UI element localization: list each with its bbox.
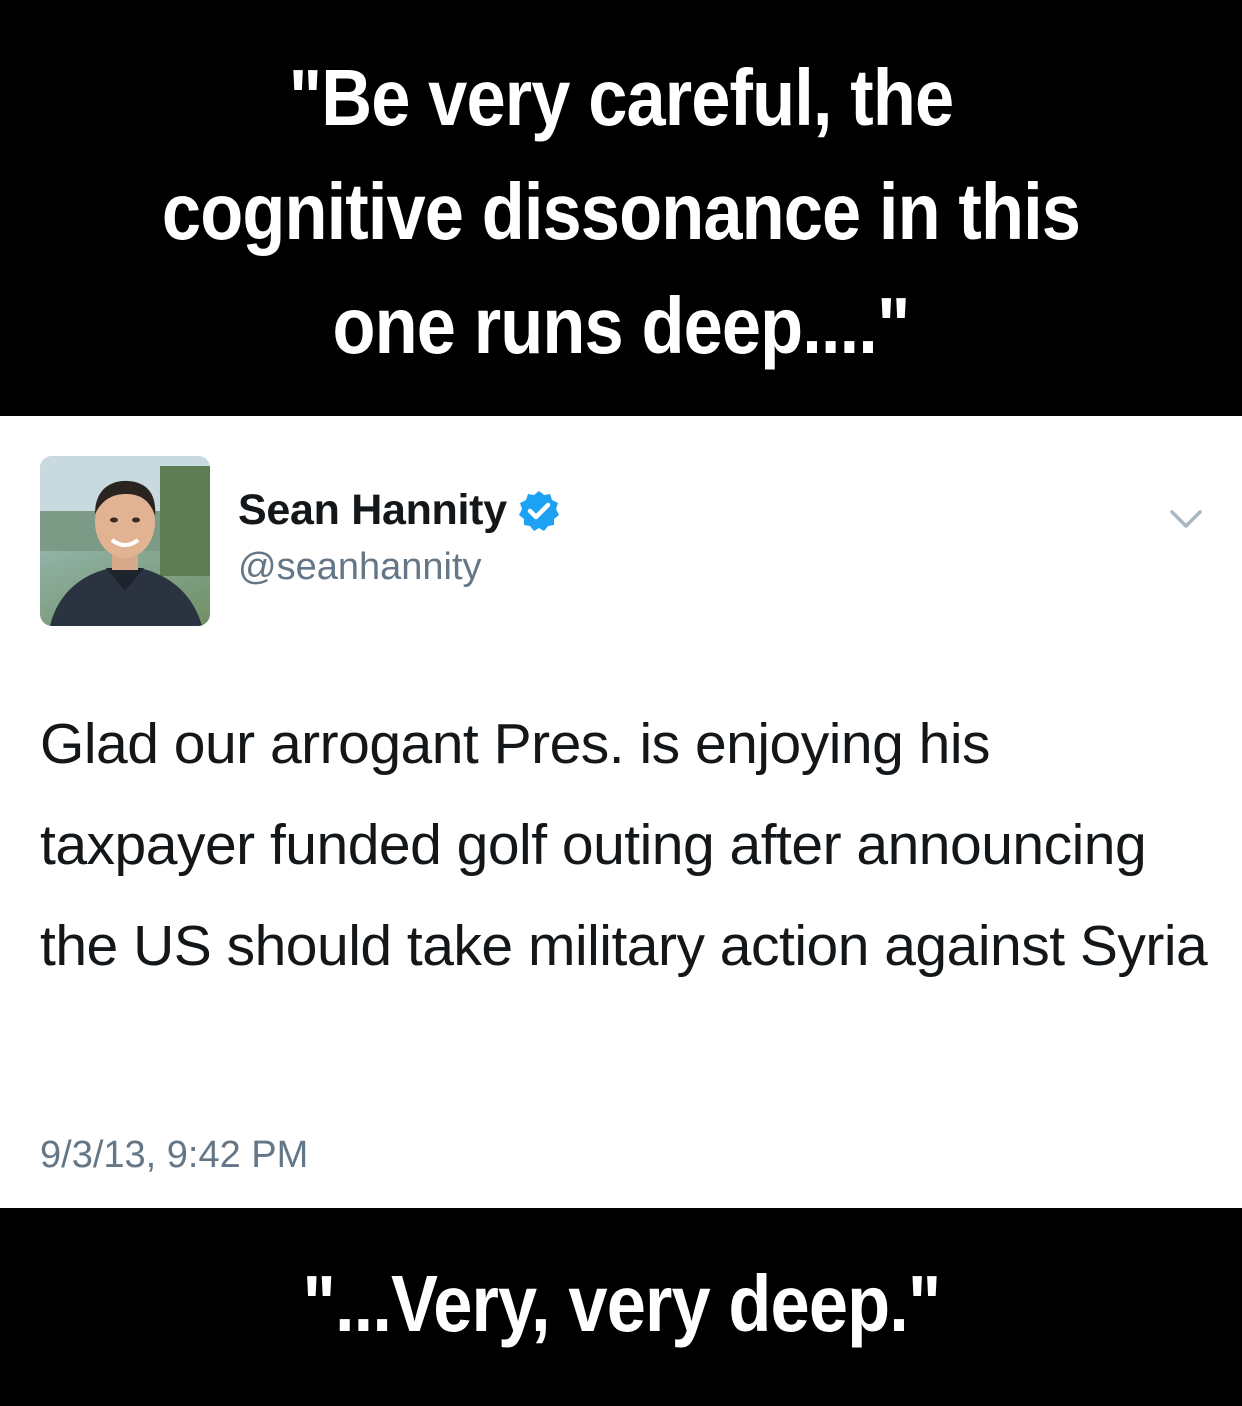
avatar[interactable]: [40, 456, 210, 626]
author-row[interactable]: Sean Hannity: [238, 486, 561, 535]
top-caption: "Be very careful, the cognitive dissonan…: [161, 53, 1081, 370]
tweet-text: Glad our arrogant Pres. is enjoying his …: [40, 712, 1208, 978]
bottom-caption-banner: "...Very, very deep.": [0, 1208, 1242, 1406]
bottom-caption: "...Very, very deep.": [302, 1259, 941, 1348]
chevron-down-icon[interactable]: [1166, 498, 1206, 538]
tweet-timestamp[interactable]: 9/3/13, 9:42 PM: [40, 1134, 308, 1177]
top-caption-banner: "Be very careful, the cognitive dissonan…: [0, 0, 1242, 416]
display-name[interactable]: Sean Hannity: [238, 486, 507, 535]
user-handle[interactable]: @seanhannity: [238, 546, 482, 589]
tweet-card[interactable]: Sean Hannity @seanhannity Glad our arrog…: [0, 416, 1242, 1208]
avatar-photo: [40, 456, 210, 626]
verified-badge-icon: [517, 489, 561, 533]
